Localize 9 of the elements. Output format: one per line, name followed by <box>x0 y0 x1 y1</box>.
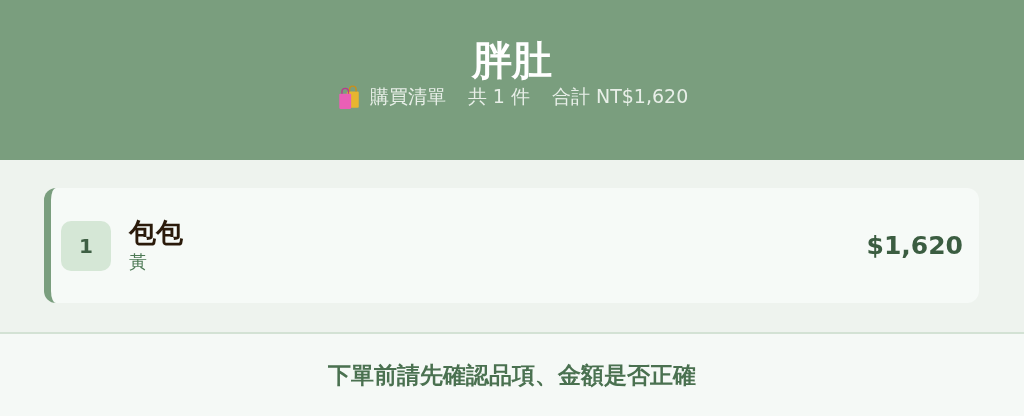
item-name: 包包 <box>129 217 184 250</box>
summary-text: 共 1 件 <box>467 84 530 109</box>
item-number: 1 <box>61 220 111 271</box>
item-variant: 黃 <box>129 249 148 274</box>
summary-text: 合計 NT$1,620 <box>551 84 689 109</box>
summary-text: 購買清單 <box>369 84 446 109</box>
item-price: $1,620 <box>866 231 963 260</box>
footer-note: 下單前請先確認品項、金額是否正確 <box>328 360 696 390</box>
store-title: 胖肚 <box>472 36 552 84</box>
